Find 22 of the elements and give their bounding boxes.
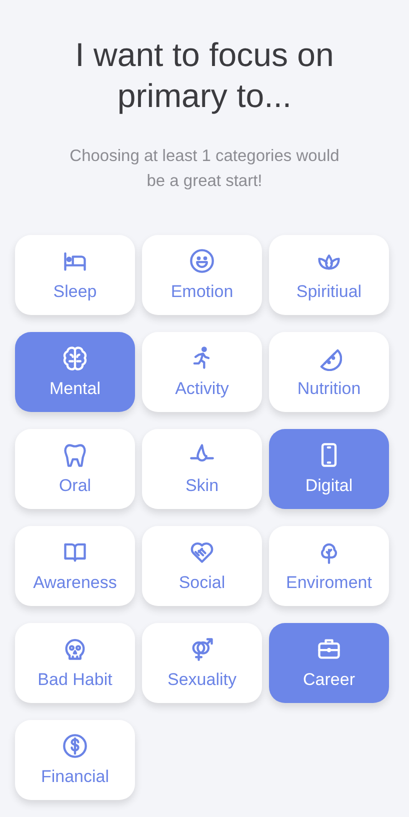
page-title: I want to focus on primary to...	[74, 35, 335, 116]
brain-icon	[62, 345, 88, 371]
category-tile[interactable]: Skin	[142, 429, 262, 509]
category-tile[interactable]: Financial	[15, 720, 135, 800]
category-tile[interactable]: Digital	[269, 429, 389, 509]
category-tile[interactable]: Oral	[15, 429, 135, 509]
category-tile[interactable]: Awareness	[15, 526, 135, 606]
category-tile[interactable]: Enviroment	[269, 526, 389, 606]
category-tile[interactable]: Social	[142, 526, 262, 606]
category-tile[interactable]: Nutrition	[269, 332, 389, 412]
category-tile[interactable]: Sleep	[15, 235, 135, 315]
category-tile[interactable]: Activity	[142, 332, 262, 412]
dollar-coin-icon	[62, 733, 88, 759]
category-tile[interactable]: Sexuality	[142, 623, 262, 703]
subtitle: Choosing at least 1 categories would be a great start!	[68, 146, 340, 192]
category-tile[interactable]: Spiritiual	[269, 235, 389, 315]
tooth-icon	[62, 442, 88, 468]
category-tile[interactable]: Mental	[15, 332, 135, 412]
smiley-icon	[189, 248, 215, 274]
category-tile[interactable]: Emotion	[142, 235, 262, 315]
category-tile[interactable]: Bad Habit	[15, 623, 135, 703]
category-tile[interactable]: Career	[269, 623, 389, 703]
